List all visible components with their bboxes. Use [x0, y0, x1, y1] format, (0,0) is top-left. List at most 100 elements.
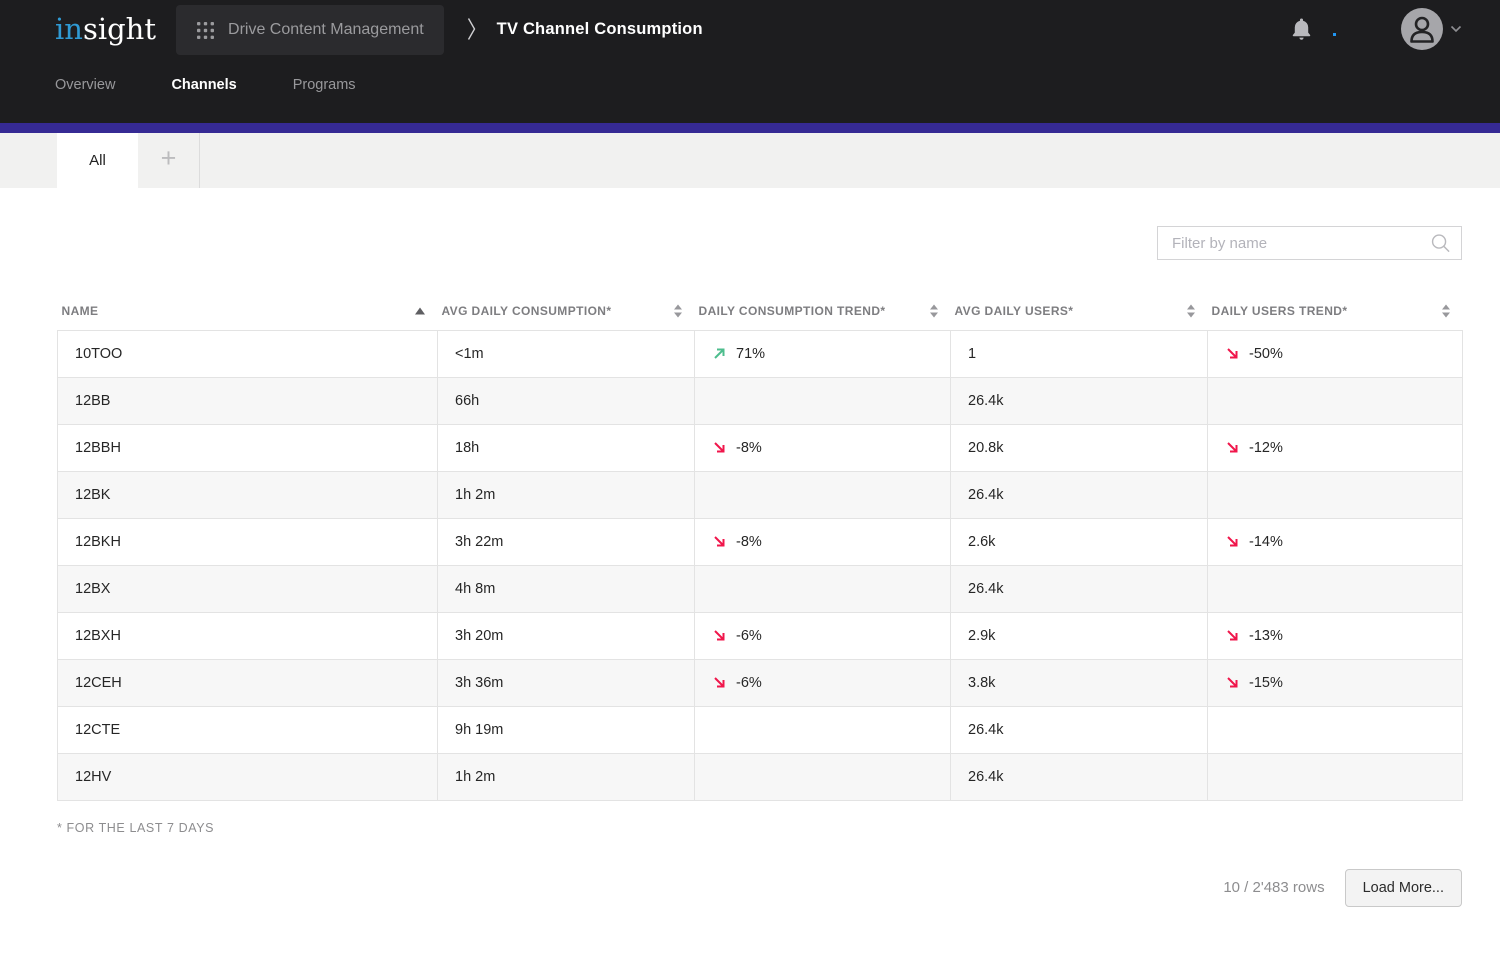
table-row[interactable]: 12HV1h 2m26.4k	[58, 753, 1463, 800]
trend-indicator: -50%	[1225, 346, 1452, 362]
cell-avg-daily-users: 26.4k	[951, 565, 1208, 612]
filter-field	[1157, 226, 1462, 260]
cell-name: 12CTE	[58, 706, 438, 753]
sort-toggle-icon[interactable]	[1187, 304, 1195, 317]
trend-value: -8%	[736, 440, 762, 456]
cell-name: 12CEH	[58, 659, 438, 706]
filter-input[interactable]	[1158, 227, 1461, 259]
cell-name: 12BX	[58, 565, 438, 612]
trend-indicator: 71%	[712, 346, 940, 362]
cell-daily-users-trend	[1208, 565, 1463, 612]
cell-avg-daily-consumption: 66h	[438, 377, 695, 424]
cell-avg-daily-users: 26.4k	[951, 753, 1208, 800]
cell-daily-users-trend: -14%	[1208, 518, 1463, 565]
table-row[interactable]: 12BB66h26.4k	[58, 377, 1463, 424]
trend-down-icon	[1225, 675, 1240, 690]
column-header-avg-daily-consumption[interactable]: AVG DAILY CONSUMPTION*	[438, 292, 695, 330]
nav-item-overview[interactable]: Overview	[55, 77, 115, 93]
trend-indicator: -6%	[712, 675, 940, 691]
sort-toggle-icon[interactable]	[1442, 304, 1450, 317]
column-label: DAILY CONSUMPTION TREND*	[699, 304, 886, 318]
cell-avg-daily-consumption: 3h 22m	[438, 518, 695, 565]
trend-value: -8%	[736, 534, 762, 550]
chevron-down-icon	[1450, 25, 1462, 33]
cell-name: 12BXH	[58, 612, 438, 659]
trend-value: -15%	[1249, 675, 1283, 691]
sort-toggle-icon[interactable]	[674, 304, 682, 317]
logo[interactable]: insight	[55, 15, 156, 44]
trend-value: -13%	[1249, 628, 1283, 644]
trend-down-icon	[712, 675, 727, 690]
table-row[interactable]: 12BK1h 2m26.4k	[58, 471, 1463, 518]
nav-item-channels[interactable]: Channels	[171, 77, 236, 93]
nav-item-programs[interactable]: Programs	[293, 77, 356, 93]
cell-name: 12BKH	[58, 518, 438, 565]
cell-daily-consumption-trend	[695, 565, 951, 612]
trend-indicator: -6%	[712, 628, 940, 644]
cell-avg-daily-users: 26.4k	[951, 471, 1208, 518]
trend-down-icon	[1225, 440, 1240, 455]
cell-daily-users-trend: -13%	[1208, 612, 1463, 659]
cell-avg-daily-consumption: 18h	[438, 424, 695, 471]
cell-daily-consumption-trend	[695, 706, 951, 753]
table-body: 10TOO<1m71%1-50%12BB66h26.4k12BBH18h-8%2…	[58, 330, 1463, 800]
cell-name: 12BBH	[58, 424, 438, 471]
cell-avg-daily-users: 20.8k	[951, 424, 1208, 471]
app-switcher-label: Drive Content Management	[228, 21, 424, 39]
cell-daily-consumption-trend: 71%	[695, 330, 951, 377]
column-header-daily-consumption-trend[interactable]: DAILY CONSUMPTION TREND*	[695, 292, 951, 330]
grid-icon	[196, 21, 215, 40]
column-header-name[interactable]: NAME	[58, 292, 438, 330]
tab-all[interactable]: All	[57, 133, 138, 188]
cell-name: 12BK	[58, 471, 438, 518]
cell-avg-daily-users: 26.4k	[951, 377, 1208, 424]
topbar-row: insight Drive Content Management TV	[0, 0, 1500, 58]
table-head: NAME AVG DAILY CONSUMPTION* DAILY CONSUMPT…	[58, 292, 1463, 330]
cell-avg-daily-consumption: <1m	[438, 330, 695, 377]
page-title: TV Channel Consumption	[497, 20, 703, 39]
table-row[interactable]: 12CEH3h 36m-6%3.8k-15%	[58, 659, 1463, 706]
sort-asc-icon[interactable]	[415, 307, 425, 314]
column-header-daily-users-trend[interactable]: DAILY USERS TREND*	[1208, 292, 1463, 330]
app-root: insight Drive Content Management TV	[0, 0, 1500, 907]
trend-down-icon	[712, 440, 727, 455]
avatar	[1401, 8, 1443, 50]
trend-indicator: -14%	[1225, 534, 1452, 550]
sort-toggle-icon[interactable]	[930, 304, 938, 317]
cell-daily-consumption-trend	[695, 471, 951, 518]
column-header-avg-daily-users[interactable]: AVG DAILY USERS*	[951, 292, 1208, 330]
table-row[interactable]: 12BKH3h 22m-8%2.6k-14%	[58, 518, 1463, 565]
load-more-button[interactable]: Load More...	[1345, 869, 1462, 907]
user-menu[interactable]	[1401, 8, 1462, 50]
plus-icon: +	[161, 145, 177, 172]
column-label: NAME	[62, 304, 99, 318]
column-label: AVG DAILY USERS*	[955, 304, 1074, 318]
cell-daily-consumption-trend: -6%	[695, 612, 951, 659]
table-row[interactable]: 12BBH18h -8% 20.8k-12%	[58, 424, 1463, 471]
table-row[interactable]: 12BX4h 8m26.4k	[58, 565, 1463, 612]
cell-daily-consumption-trend	[695, 753, 951, 800]
cell-avg-daily-consumption: 3h 20m	[438, 612, 695, 659]
table-row[interactable]: 10TOO<1m71%1-50%	[58, 330, 1463, 377]
cell-avg-daily-users: 26.4k	[951, 706, 1208, 753]
pagination: 10 / 2'483 rows Load More...	[57, 869, 1462, 907]
cell-daily-consumption-trend: -8%	[695, 518, 951, 565]
filter-row	[57, 226, 1462, 260]
cell-daily-users-trend: -50%	[1208, 330, 1463, 377]
table-footnote: * FOR THE LAST 7 DAYS	[57, 821, 1462, 835]
cell-daily-users-trend	[1208, 706, 1463, 753]
notifications-bell-icon[interactable]	[1290, 17, 1313, 42]
trend-value: -50%	[1249, 346, 1283, 362]
cell-daily-users-trend: -12%	[1208, 424, 1463, 471]
trend-value: -6%	[736, 628, 762, 644]
trend-indicator: -8%	[712, 534, 940, 550]
cell-avg-daily-users: 2.9k	[951, 612, 1208, 659]
trend-down-icon	[1225, 628, 1240, 643]
app-switcher-button[interactable]: Drive Content Management	[176, 5, 444, 55]
add-tab-button[interactable]: +	[138, 133, 200, 188]
table-row[interactable]: 12BXH3h 20m -6% 2.9k -13%	[58, 612, 1463, 659]
cell-daily-consumption-trend	[695, 377, 951, 424]
column-label: AVG DAILY CONSUMPTION*	[442, 304, 612, 318]
main-content: NAME AVG DAILY CONSUMPTION* DAILY CONSUMPT…	[0, 226, 1500, 907]
table-row[interactable]: 12CTE9h 19m26.4k	[58, 706, 1463, 753]
